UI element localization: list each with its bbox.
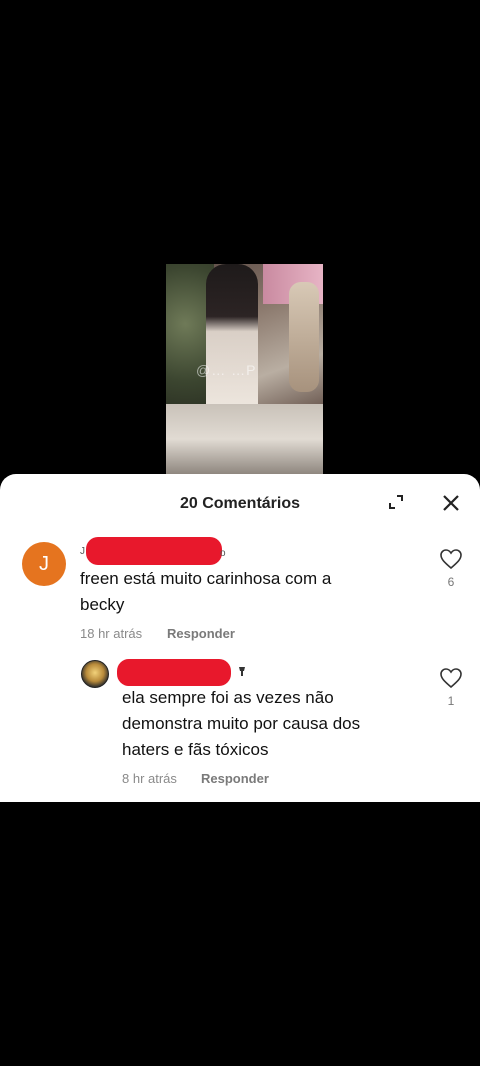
avatar[interactable]	[81, 660, 109, 688]
reply-text: ela sempre foi as vezes não demonstra mu…	[122, 688, 361, 759]
crowd-image	[289, 282, 319, 392]
comments-title: 20 Comentários	[179, 495, 301, 512]
avatar[interactable]: J	[22, 542, 66, 586]
comment-text: freen está muito carinhosa com a becky	[80, 569, 332, 614]
redacted-username	[117, 659, 231, 686]
avatar-letter: J	[39, 552, 49, 575]
person-image	[206, 264, 258, 414]
like-count: 6	[447, 575, 455, 589]
close-icon[interactable]	[440, 492, 462, 514]
video-watermark: @… …P	[196, 362, 257, 378]
redacted-username	[86, 537, 222, 565]
username-prefix: J	[80, 546, 85, 557]
video-thumbnail[interactable]: @… …P	[166, 264, 323, 474]
expand-icon[interactable]	[386, 492, 406, 512]
comments-sheet: 20 Comentários J J o freen está muito ca…	[0, 474, 480, 802]
comment-time: 18 hr atrás	[80, 626, 143, 641]
reply-button[interactable]: Responder	[167, 626, 235, 641]
comment-time: 8 hr atrás	[122, 771, 177, 786]
reply-button[interactable]: Responder	[201, 771, 269, 786]
like-count: 1	[447, 694, 455, 708]
badge-icon	[239, 667, 245, 676]
table-image	[166, 404, 323, 474]
username-suffix: o	[220, 548, 226, 559]
heart-icon[interactable]	[439, 547, 463, 571]
heart-icon[interactable]	[439, 666, 463, 690]
